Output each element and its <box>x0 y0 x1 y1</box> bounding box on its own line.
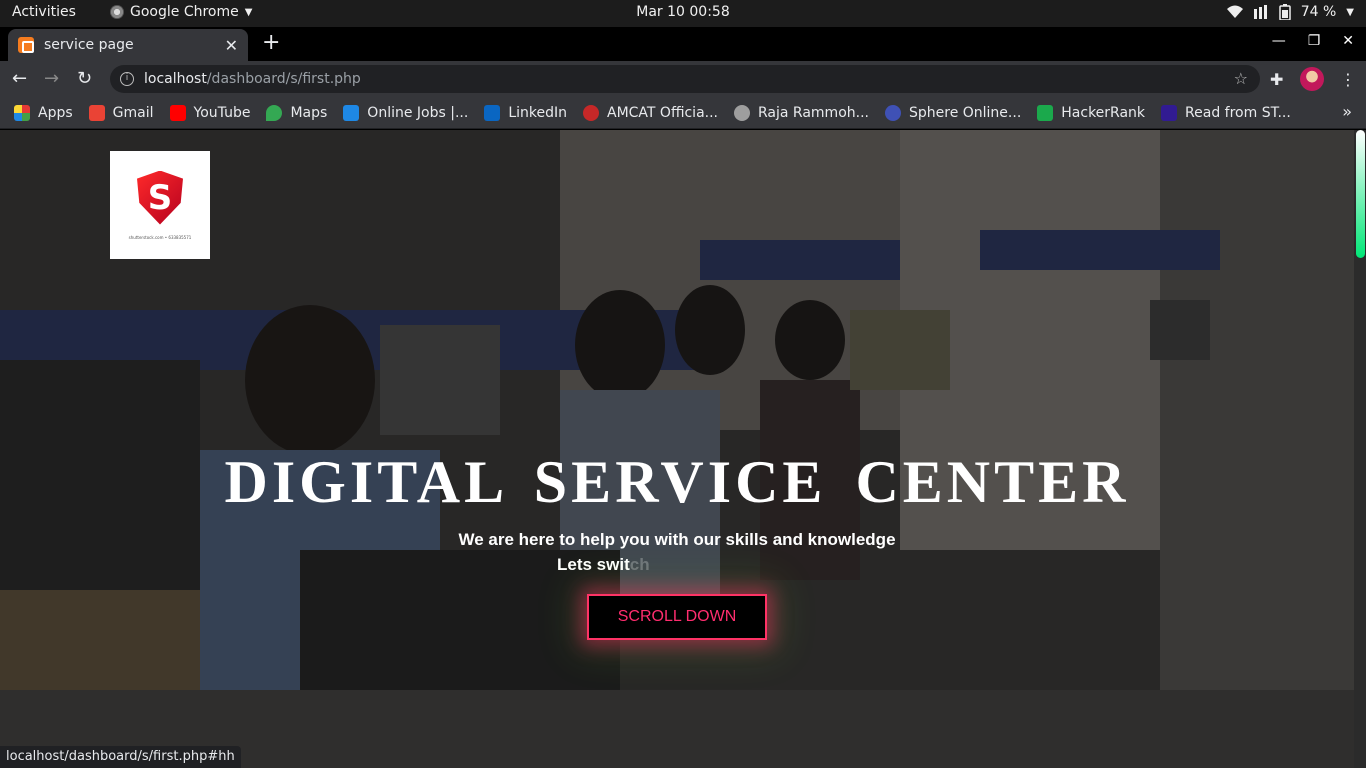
bookmark-linkedin[interactable]: LinkedIn <box>484 104 567 121</box>
info-icon[interactable]: i <box>120 72 134 86</box>
hero-subtitle: We are here to help you with our skills … <box>458 530 896 549</box>
bookmark-read-from-st[interactable]: Read from ST... <box>1161 104 1291 121</box>
tab-title: service page <box>44 37 134 53</box>
new-tab-button[interactable]: + <box>262 32 280 54</box>
app-menu[interactable]: Google Chrome ▼ <box>110 4 252 20</box>
book-icon <box>1161 104 1178 121</box>
chevron-down-icon: ▼ <box>1346 6 1354 18</box>
bookmark-maps[interactable]: Maps <box>266 104 327 121</box>
bookmark-sphere-online[interactable]: Sphere Online... <box>884 104 1021 121</box>
amcat-icon <box>583 104 599 121</box>
tab-strip: service page ✕ <box>0 27 1366 61</box>
bookmark-gmail[interactable]: Gmail <box>88 104 154 121</box>
battery-percent: 74 % <box>1300 4 1337 20</box>
activities-button[interactable]: Activities <box>12 4 76 20</box>
browser-toolbar: ← → ↻ i localhost/dashboard/s/first.php … <box>0 61 1366 97</box>
volume-icon <box>1253 5 1267 19</box>
bookmark-youtube[interactable]: YouTube <box>169 104 250 121</box>
bookmark-raja-rammohan[interactable]: Raja Rammoh... <box>734 104 869 121</box>
puzzle-icon[interactable]: ✚ <box>1270 70 1283 89</box>
bookmarks-bar: Apps Gmail YouTube Maps Online Jobs |...… <box>0 97 1366 129</box>
url-host: localhost <box>144 71 207 87</box>
typing-text: Lets switch <box>557 555 650 574</box>
online-jobs-icon <box>343 104 360 121</box>
linkedin-icon <box>484 104 501 121</box>
shield-s-logo-icon: S <box>137 170 183 225</box>
star-icon[interactable]: ☆ <box>1234 69 1248 88</box>
avatar[interactable] <box>1300 67 1324 91</box>
youtube-icon <box>169 104 186 121</box>
apps-grid-icon <box>14 104 30 121</box>
url-path: /dashboard/s/first.php <box>206 71 361 87</box>
restore-icon[interactable]: ❐ <box>1308 33 1321 49</box>
site-logo[interactable]: S shutterstock.com • 633835571 <box>110 151 210 259</box>
forward-arrow-icon[interactable]: → <box>44 69 59 89</box>
bookmark-online-jobs[interactable]: Online Jobs |... <box>343 104 468 121</box>
scroll-down-button[interactable]: SCROLL DOWN <box>587 594 767 640</box>
battery-icon <box>1278 4 1291 20</box>
logo-caption: shutterstock.com • 633835571 <box>128 234 192 240</box>
system-top-bar: Activities Google Chrome ▼ Mar 10 00:58 … <box>0 0 1366 27</box>
chevron-down-icon: ▼ <box>244 6 253 18</box>
close-window-icon[interactable]: ✕ <box>1342 33 1354 49</box>
tab-service-page[interactable]: service page ✕ <box>8 29 248 61</box>
window-controls: — ❐ ✕ <box>1272 33 1354 49</box>
back-arrow-icon[interactable]: ← <box>12 69 27 89</box>
app-name: Google Chrome <box>130 4 239 20</box>
bookmark-amcat[interactable]: AMCAT Officia... <box>583 104 718 121</box>
maps-pin-icon <box>266 104 283 121</box>
xampp-favicon-icon <box>18 37 34 53</box>
scrollbar-thumb[interactable] <box>1356 130 1365 258</box>
wifi-icon <box>1226 5 1243 18</box>
system-tray[interactable]: 74 % ▼ <box>1226 4 1354 20</box>
bookmark-apps[interactable]: Apps <box>14 104 73 121</box>
address-bar[interactable]: i localhost/dashboard/s/first.php ☆ <box>110 65 1260 93</box>
chrome-icon <box>110 5 124 19</box>
minimize-icon[interactable]: — <box>1272 33 1286 49</box>
hackerrank-icon <box>1037 104 1054 121</box>
gmail-icon <box>88 104 105 121</box>
sphere-icon <box>884 104 901 121</box>
kebab-menu-icon[interactable]: ⋮ <box>1340 70 1356 89</box>
close-icon[interactable]: ✕ <box>225 36 238 55</box>
bookmark-hackerrank[interactable]: HackerRank <box>1037 104 1145 121</box>
reload-icon[interactable]: ↻ <box>77 69 92 89</box>
scrollbar[interactable] <box>1354 130 1366 768</box>
page-title: DIGITAL SERVICE CENTER <box>224 449 1130 515</box>
globe-icon <box>734 104 750 121</box>
chevron-double-right-icon[interactable]: » <box>1342 102 1352 121</box>
status-url-bubble: localhost/dashboard/s/first.php#hh <box>0 746 241 768</box>
hero-section: S shutterstock.com • 633835571 DIGITAL S… <box>0 130 1354 768</box>
